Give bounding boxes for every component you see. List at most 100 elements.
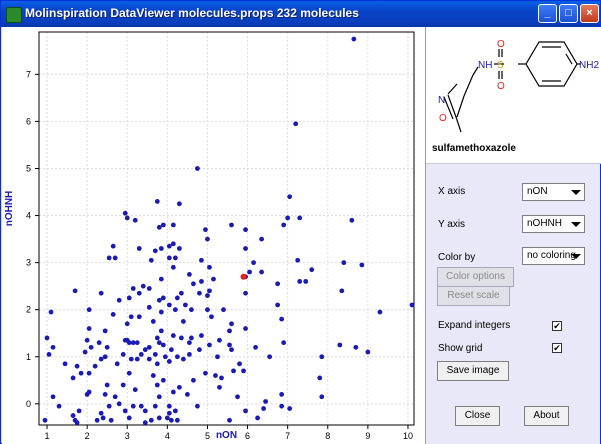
data-point[interactable] — [156, 394, 162, 400]
data-point[interactable] — [132, 217, 138, 223]
data-point[interactable] — [275, 302, 281, 308]
data-point[interactable] — [211, 276, 216, 282]
maximize-button[interactable]: □ — [559, 4, 578, 23]
data-point[interactable] — [221, 307, 226, 313]
data-point[interactable] — [166, 255, 172, 261]
data-point[interactable] — [172, 307, 178, 313]
data-point[interactable] — [279, 392, 285, 397]
data-point[interactable] — [158, 309, 164, 315]
data-point[interactable] — [158, 246, 164, 251]
data-point[interactable] — [136, 246, 142, 251]
data-point[interactable] — [353, 344, 359, 350]
data-point[interactable] — [261, 406, 266, 411]
data-point[interactable] — [70, 375, 76, 381]
data-point[interactable] — [82, 349, 88, 355]
data-point[interactable] — [154, 361, 160, 367]
data-point[interactable] — [50, 394, 56, 400]
data-point[interactable] — [295, 257, 301, 263]
data-point[interactable] — [189, 335, 194, 341]
data-point[interactable] — [309, 267, 315, 273]
data-point[interactable] — [122, 210, 128, 216]
data-point[interactable] — [128, 314, 134, 320]
data-point[interactable] — [106, 255, 112, 261]
data-point[interactable] — [126, 295, 132, 301]
data-point[interactable] — [297, 215, 303, 221]
data-point[interactable] — [229, 222, 234, 228]
data-point[interactable] — [120, 382, 126, 388]
data-point[interactable] — [156, 340, 162, 346]
color-options-button[interactable]: Color options — [437, 267, 514, 287]
data-point[interactable] — [229, 321, 234, 327]
x-axis-select[interactable]: nON — [522, 183, 585, 201]
data-point[interactable] — [287, 406, 293, 411]
data-point[interactable] — [285, 215, 291, 221]
data-point[interactable] — [317, 375, 323, 381]
data-point[interactable] — [56, 403, 62, 409]
data-point[interactable] — [174, 295, 180, 301]
data-point[interactable] — [148, 417, 154, 423]
data-point[interactable] — [341, 260, 347, 266]
data-point[interactable] — [112, 255, 118, 261]
data-point[interactable] — [195, 166, 200, 171]
data-point[interactable] — [98, 410, 104, 416]
data-point[interactable] — [281, 340, 287, 346]
data-point[interactable] — [154, 199, 160, 204]
data-point[interactable] — [138, 403, 144, 409]
data-point[interactable] — [170, 333, 176, 338]
data-point[interactable] — [136, 314, 142, 320]
data-point[interactable] — [195, 403, 200, 409]
data-point[interactable] — [203, 227, 208, 233]
data-point[interactable] — [62, 361, 68, 367]
data-point[interactable] — [142, 347, 148, 353]
data-point[interactable] — [241, 368, 246, 374]
data-point[interactable] — [98, 290, 104, 296]
data-point[interactable] — [207, 342, 212, 348]
data-point[interactable] — [176, 246, 182, 251]
data-point[interactable] — [351, 36, 357, 42]
data-point[interactable] — [243, 290, 248, 296]
scatter-plot[interactable]: 1 2 3 4 5 6 7 8 9 10 0 1 2 3 4 5 6 7 nON nOHNH — [2, 27, 425, 444]
data-point[interactable] — [156, 224, 162, 230]
data-point[interactable] — [217, 384, 222, 390]
expand-integers-checkbox[interactable]: ✔ — [552, 321, 562, 331]
data-point[interactable] — [124, 321, 130, 327]
data-point[interactable] — [197, 347, 202, 353]
data-point[interactable] — [110, 243, 116, 249]
data-point[interactable] — [205, 236, 210, 242]
data-point[interactable] — [243, 326, 248, 331]
data-point[interactable] — [98, 356, 104, 362]
data-point[interactable] — [319, 354, 325, 360]
data-point[interactable] — [152, 403, 158, 409]
data-point[interactable] — [86, 326, 92, 331]
data-point[interactable] — [205, 293, 210, 298]
data-point[interactable] — [166, 302, 172, 308]
data-point[interactable] — [156, 415, 162, 421]
data-point[interactable] — [205, 307, 210, 313]
data-point[interactable] — [166, 403, 172, 409]
data-point[interactable] — [146, 286, 152, 291]
data-point[interactable] — [148, 257, 154, 263]
data-point[interactable] — [160, 377, 166, 383]
data-point[interactable] — [134, 356, 140, 362]
data-point[interactable] — [86, 307, 92, 313]
data-point[interactable] — [209, 314, 214, 320]
data-point[interactable] — [275, 281, 281, 287]
data-point[interactable] — [102, 392, 108, 397]
title-bar[interactable]: Molinspiration DataViewer molecules.prop… — [1, 1, 600, 27]
color-by-select[interactable]: no coloring — [522, 247, 585, 265]
data-point[interactable] — [170, 264, 176, 270]
data-point[interactable] — [189, 307, 194, 313]
data-point[interactable] — [168, 417, 174, 423]
data-point[interactable] — [170, 241, 176, 247]
data-point[interactable] — [217, 337, 222, 343]
data-point[interactable] — [279, 403, 285, 409]
data-point[interactable] — [319, 394, 325, 400]
data-point[interactable] — [100, 415, 106, 421]
data-point[interactable] — [126, 340, 132, 346]
data-point[interactable] — [174, 417, 180, 423]
data-point[interactable] — [164, 415, 170, 421]
data-point[interactable] — [237, 361, 242, 367]
data-point[interactable] — [349, 217, 355, 223]
data-point[interactable] — [184, 392, 190, 397]
data-point[interactable] — [187, 340, 192, 346]
